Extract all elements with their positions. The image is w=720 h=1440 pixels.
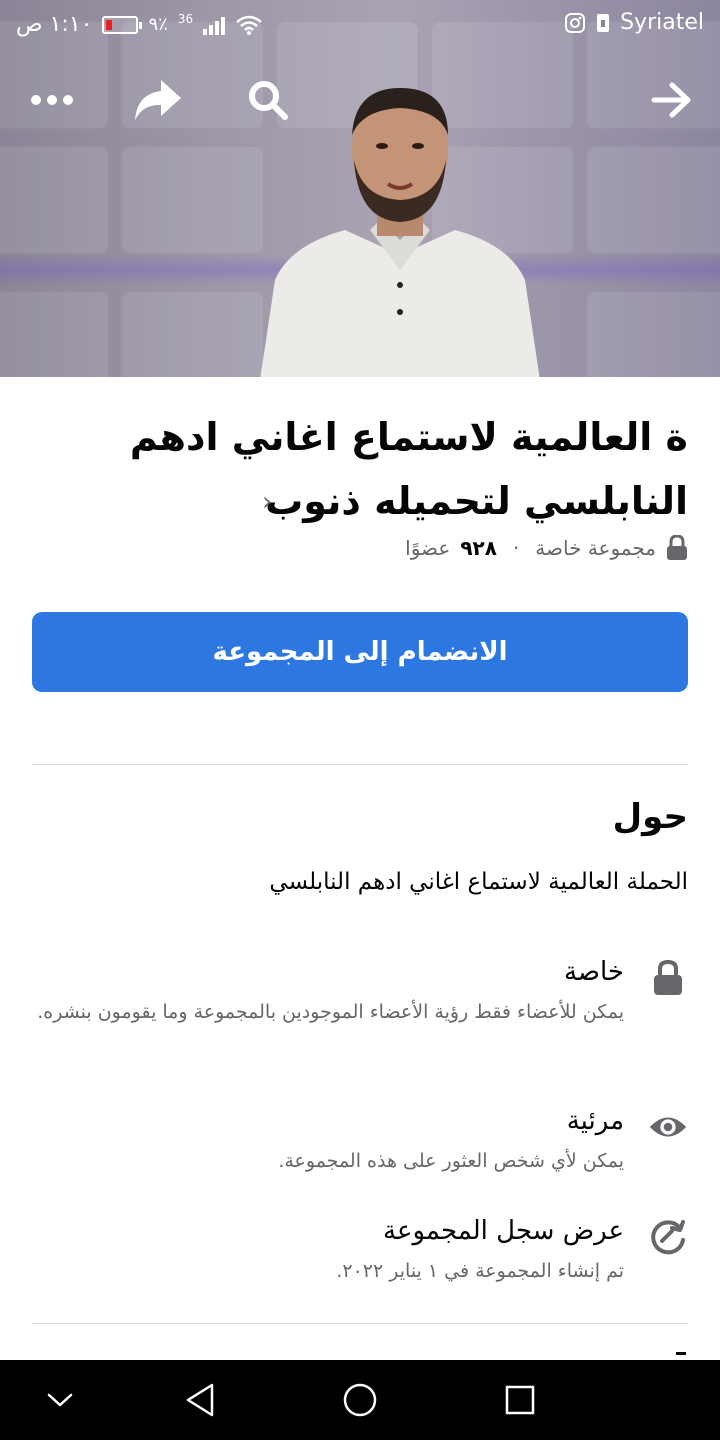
wall-panel — [0, 290, 110, 377]
network-badge: 36 — [177, 11, 194, 26]
next-section-peek — [676, 1352, 686, 1358]
more-icon[interactable] — [22, 70, 82, 130]
members-count[interactable]: ٩٢٨ — [460, 536, 497, 560]
group-title[interactable]: ة العالمية لاستماع اغاني ادهم النابلسي ل… — [128, 405, 688, 533]
share-icon[interactable] — [128, 70, 188, 130]
wifi-icon — [236, 15, 262, 35]
home-circle-icon[interactable] — [340, 1380, 380, 1420]
forward-arrow-icon[interactable] — [642, 70, 702, 130]
privacy-description: يمكن للأعضاء فقط رؤية الأعضاء الموجودين … — [37, 1001, 624, 1023]
lock-icon — [648, 958, 688, 998]
group-history-text: عرض سجل المجموعة تم إنشاء المجموعة في ١ … — [32, 1211, 624, 1287]
status-bar-left: ١:١٠ ص ٩٪ 36 — [16, 12, 263, 37]
carrier-name: Syriatel — [620, 10, 704, 35]
back-triangle-icon[interactable] — [180, 1380, 220, 1420]
divider — [32, 1323, 688, 1324]
eye-icon — [648, 1107, 688, 1147]
recents-square-icon[interactable] — [500, 1380, 540, 1420]
battery-icon — [102, 15, 143, 34]
system-navigation-bar — [0, 1360, 720, 1440]
privacy-heading: خاصة — [563, 957, 624, 987]
group-cover-photo[interactable] — [0, 0, 720, 377]
history-icon — [648, 1217, 688, 1257]
wall-panel — [120, 290, 265, 377]
search-icon[interactable] — [238, 70, 298, 130]
lock-icon — [667, 535, 687, 560]
clock: ١:١٠ ص — [16, 12, 93, 37]
chevron-left-icon[interactable]: ‹ — [262, 487, 272, 517]
privacy-info-row: خاصة يمكن للأعضاء فقط رؤية الأعضاء الموج… — [32, 952, 688, 1062]
visibility-description: يمكن لأي شخص العثور على هذه المجموعة. — [278, 1150, 624, 1172]
instagram-icon — [565, 12, 586, 33]
cover-toolbar — [0, 70, 720, 130]
group-history-heading[interactable]: عرض سجل المجموعة — [32, 1211, 624, 1251]
status-bar: ١:١٠ ص ٩٪ 36 Syriatel — [0, 0, 720, 50]
wall-panel — [585, 145, 720, 255]
about-title: حول — [612, 797, 688, 837]
wall-panel — [0, 145, 110, 255]
wall-panel — [120, 145, 265, 255]
about-description: الحملة العالمية لاستماع اغاني ادهم الناب… — [269, 869, 688, 895]
group-created-date: تم إنشاء المجموعة في ١ يناير ٢٠٢٢. — [336, 1260, 624, 1282]
members-label[interactable]: عضوًا — [405, 536, 450, 560]
visibility-info-row: مرئية يمكن لأي شخص العثور على هذه المجمو… — [32, 1101, 688, 1181]
sim-icon — [597, 13, 610, 32]
status-bar-right: Syriatel — [564, 10, 704, 35]
group-meta: مجموعة خاصة · ٩٢٨ عضوًا — [405, 535, 688, 561]
chevron-down-icon[interactable] — [40, 1380, 80, 1420]
join-group-label: الانضمام إلى المجموعة — [212, 637, 508, 667]
privacy-info-text: خاصة يمكن للأعضاء فقط رؤية الأعضاء الموج… — [32, 952, 624, 1028]
divider — [32, 764, 688, 765]
group-history-row[interactable]: عرض سجل المجموعة تم إنشاء المجموعة في ١ … — [32, 1211, 688, 1291]
signal-icon — [203, 15, 226, 35]
visibility-heading: مرئية — [566, 1106, 624, 1136]
meta-separator: · — [512, 536, 520, 560]
battery-percent: ٩٪ — [148, 14, 168, 35]
visibility-info-text: مرئية يمكن لأي شخص العثور على هذه المجمو… — [32, 1101, 624, 1177]
join-group-button[interactable]: الانضمام إلى المجموعة — [32, 612, 688, 692]
wall-panel — [585, 290, 720, 377]
privacy-label: مجموعة خاصة — [535, 536, 656, 560]
